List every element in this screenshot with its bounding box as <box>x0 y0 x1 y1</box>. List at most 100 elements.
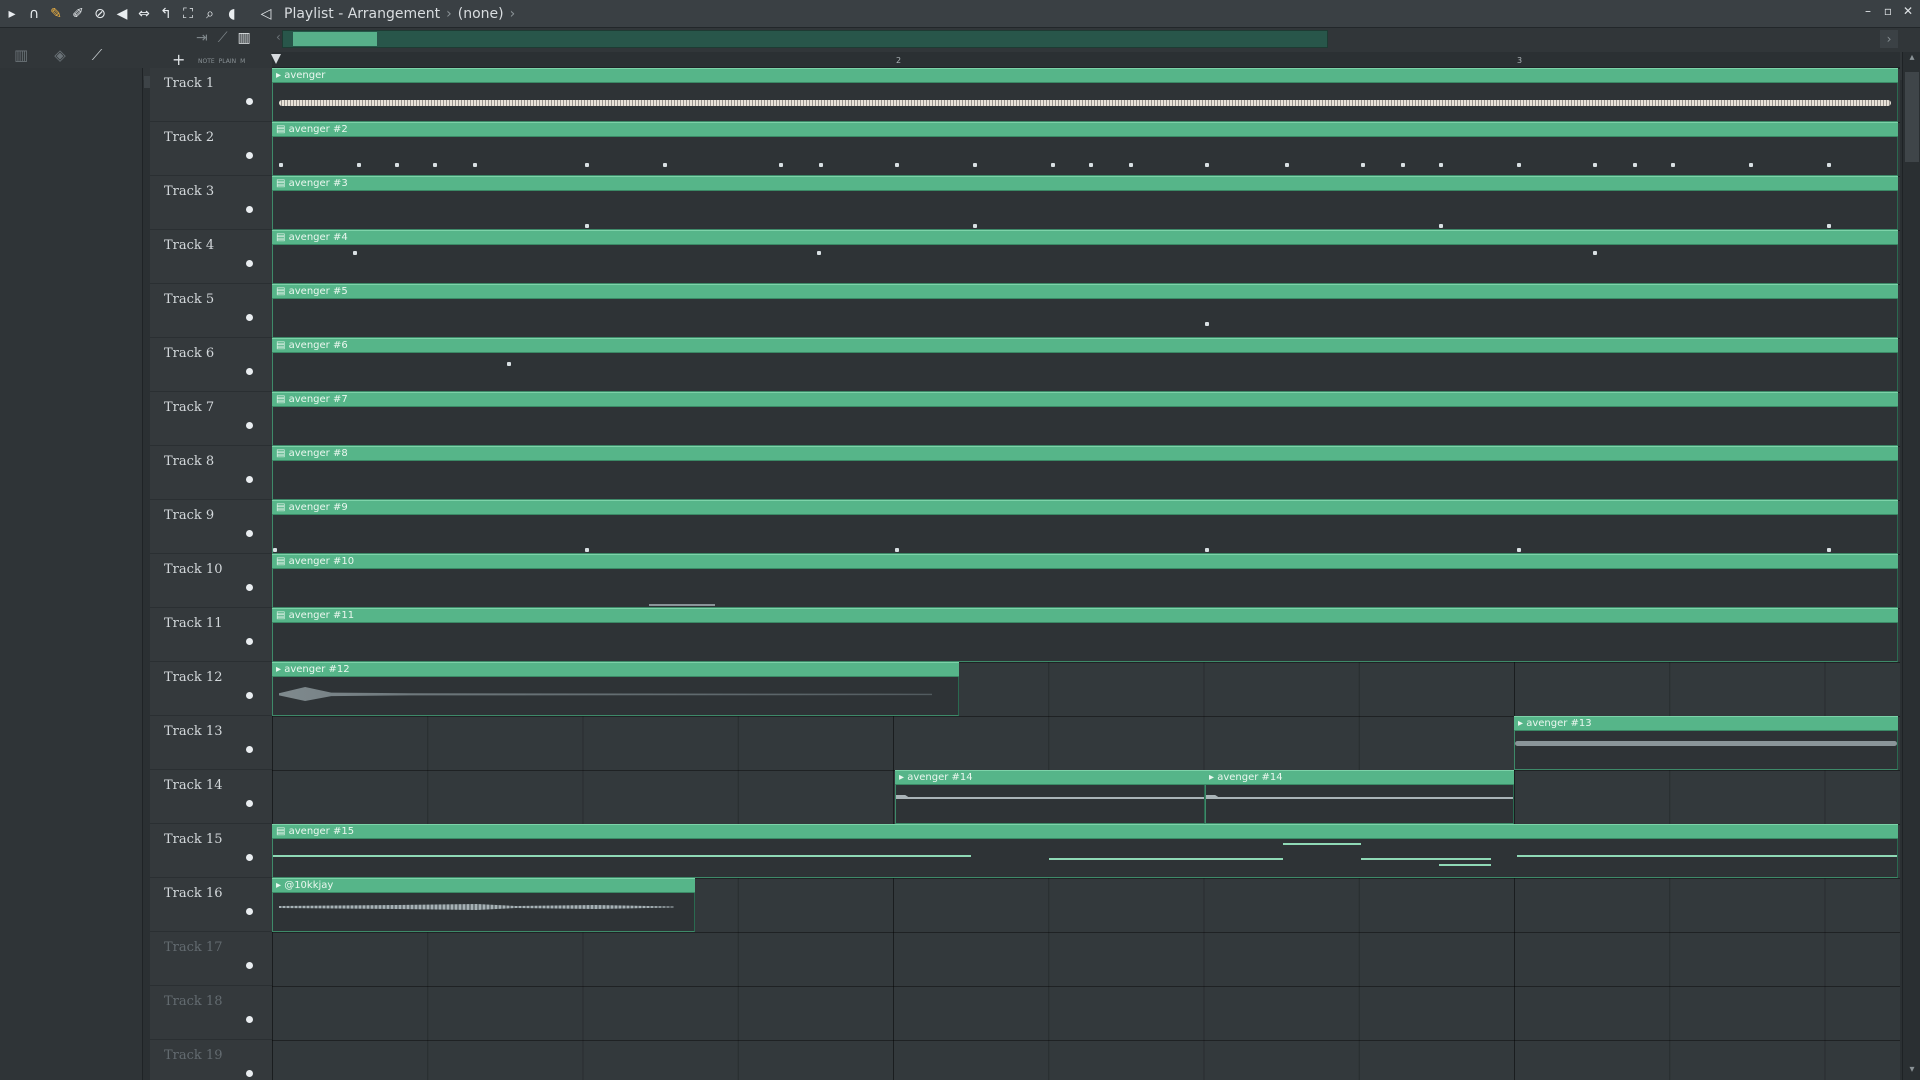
track-header[interactable]: Track 5 <box>150 284 272 338</box>
clip-body[interactable] <box>272 407 1898 446</box>
timeline-ruler[interactable]: 2 3 <box>272 52 1900 68</box>
track-enable-dot[interactable] <box>246 908 253 915</box>
arrangement-grid[interactable]: ▸ avenger ▤ avenger #2 ▤ avenger #3 ▤ av… <box>272 68 1900 1080</box>
track-enable-dot[interactable] <box>246 98 253 105</box>
clip-body[interactable] <box>272 515 1898 554</box>
clip-header[interactable]: ▤ avenger #9 <box>272 500 1898 515</box>
track-enable-dot[interactable] <box>246 746 253 753</box>
track-enable-dot[interactable] <box>246 584 253 591</box>
note-label[interactable]: NOTE <box>198 58 215 65</box>
slip-icon[interactable]: ⇔ <box>134 4 154 24</box>
clip-body[interactable] <box>272 839 1898 878</box>
playlist-clip[interactable]: ▤ avenger #4 <box>272 230 1898 284</box>
clip-body[interactable] <box>272 893 695 932</box>
delete-icon[interactable]: ⊘ <box>90 4 110 24</box>
scroll-down-icon[interactable]: ▾ <box>1903 1064 1920 1080</box>
clip-header[interactable]: ▸ avenger <box>272 68 1898 83</box>
track-header[interactable]: Track 19 <box>150 1040 272 1080</box>
scroll-right-icon[interactable]: › <box>1880 30 1898 48</box>
playlist-clip[interactable]: ▤ avenger #10 <box>272 554 1898 608</box>
playlist-clip[interactable]: ▤ avenger #3 <box>272 176 1898 230</box>
clip-body[interactable] <box>272 461 1898 500</box>
slice-icon[interactable]: ↰ <box>156 4 176 24</box>
playlist-clip[interactable]: ▤ avenger #5 <box>272 284 1898 338</box>
track-enable-dot[interactable] <box>246 152 253 159</box>
clip-header[interactable]: ▤ avenger #8 <box>272 446 1898 461</box>
playlist-clip[interactable]: ▸ avenger <box>272 68 1898 122</box>
clip-header[interactable]: ▤ avenger #4 <box>272 230 1898 245</box>
clip-body[interactable] <box>272 623 1898 662</box>
playlist-clip[interactable]: ▤ avenger #15 <box>272 824 1898 878</box>
clip-header[interactable]: ▸ avenger #14 <box>895 770 1205 785</box>
m-label[interactable]: M <box>240 58 245 65</box>
track-header[interactable]: Track 13 <box>150 716 272 770</box>
track-enable-dot[interactable] <box>246 962 253 969</box>
clip-body[interactable] <box>272 677 959 716</box>
clip-header[interactable]: ▤ avenger #6 <box>272 338 1898 353</box>
track-header[interactable]: Track 17 <box>150 932 272 986</box>
playlist-clip[interactable]: ▤ avenger #6 <box>272 338 1898 392</box>
track-header[interactable]: Track 18 <box>150 986 272 1040</box>
zoom-icon[interactable]: ⌕ <box>200 4 220 24</box>
track-header[interactable]: Track 3 <box>150 176 272 230</box>
scroll-up-icon[interactable]: ▴ <box>1903 52 1920 68</box>
close-icon[interactable]: ✕ <box>1902 4 1914 18</box>
curve-icon[interactable]: ⟋ <box>92 46 103 64</box>
clip-header[interactable]: ▸ avenger #12 <box>272 662 959 677</box>
track-header[interactable]: Track 1 <box>150 68 272 122</box>
scrollbar-thumb[interactable] <box>1905 72 1919 162</box>
playback-icon[interactable]: ◖ <box>222 4 242 24</box>
snap-icon[interactable]: ⇥ <box>196 30 208 46</box>
track-header[interactable]: Track 6 <box>150 338 272 392</box>
scroll-left-icon[interactable]: ‹ <box>276 30 281 44</box>
playlist-clip[interactable]: ▤ avenger #8 <box>272 446 1898 500</box>
track-enable-dot[interactable] <box>246 854 253 861</box>
clip-header[interactable]: ▤ avenger #11 <box>272 608 1898 623</box>
playlist-clip[interactable]: ▤ avenger #11 <box>272 608 1898 662</box>
clip-header[interactable]: ▸ avenger #14 <box>1205 770 1514 785</box>
track-enable-dot[interactable] <box>246 476 253 483</box>
clip-header[interactable]: ▤ avenger #7 <box>272 392 1898 407</box>
track-header[interactable]: Track 10 <box>150 554 272 608</box>
paint-icon[interactable]: ✐ <box>68 4 88 24</box>
pattern-selector[interactable]: (none) <box>458 6 504 22</box>
magnet-icon[interactable]: ∩ <box>24 4 44 24</box>
clip-body[interactable] <box>272 245 1898 284</box>
plain-label[interactable]: PLAIN <box>219 58 236 65</box>
track-header[interactable]: Track 11 <box>150 608 272 662</box>
clip-body[interactable] <box>895 785 1205 824</box>
piano-icon[interactable]: ▥ <box>238 30 251 46</box>
track-header[interactable]: Track 7 <box>150 392 272 446</box>
track-header[interactable]: Track 12 <box>150 662 272 716</box>
track-header[interactable]: Track 9 <box>150 500 272 554</box>
clip-body[interactable] <box>1514 731 1898 770</box>
clip-header[interactable]: ▤ avenger #5 <box>272 284 1898 299</box>
add-track-button[interactable]: + <box>172 50 185 69</box>
speaker-icon[interactable]: ◁ <box>256 4 276 24</box>
playlist-clip[interactable]: ▤ avenger #2 <box>272 122 1898 176</box>
pattern-icon[interactable]: ◈ <box>54 46 66 64</box>
menu-arrow-icon[interactable]: ▸ <box>2 4 22 24</box>
clip-header[interactable]: ▤ avenger #10 <box>272 554 1898 569</box>
track-enable-dot[interactable] <box>246 530 253 537</box>
track-header[interactable]: Track 8 <box>150 446 272 500</box>
clip-body[interactable] <box>272 569 1898 608</box>
clip-body[interactable] <box>272 83 1898 122</box>
track-enable-dot[interactable] <box>246 1070 253 1077</box>
track-header[interactable]: Track 15 <box>150 824 272 878</box>
list-icon[interactable]: ▥ <box>14 46 28 64</box>
track-enable-dot[interactable] <box>246 422 253 429</box>
clip-body[interactable] <box>272 353 1898 392</box>
clip-header[interactable]: ▤ avenger #3 <box>272 176 1898 191</box>
playhead-marker[interactable] <box>271 54 281 64</box>
pattern-arrow-icon[interactable]: › <box>510 6 516 22</box>
track-header[interactable]: Track 2 <box>150 122 272 176</box>
track-enable-dot[interactable] <box>246 692 253 699</box>
clip-body[interactable] <box>272 137 1898 176</box>
track-enable-dot[interactable] <box>246 206 253 213</box>
minimize-icon[interactable]: – <box>1862 4 1874 18</box>
mute-icon[interactable]: ◀ <box>112 4 132 24</box>
track-enable-dot[interactable] <box>246 260 253 267</box>
playlist-clip[interactable]: ▸ avenger #12 <box>272 662 959 716</box>
vertical-scrollbar[interactable]: ▴ ▾ <box>1902 52 1920 1080</box>
